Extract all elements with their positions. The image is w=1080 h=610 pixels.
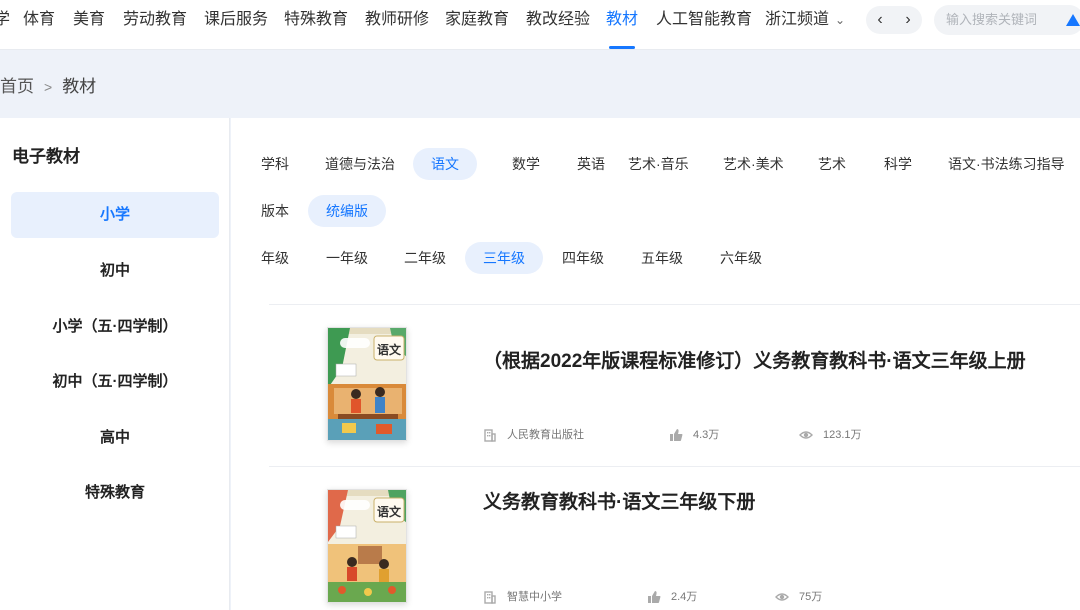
edition-chip-tongbian[interactable]: 统编版 xyxy=(308,195,386,227)
breadcrumb: 首页 > 教材 xyxy=(0,72,96,97)
subject-chip-art[interactable]: 艺术 xyxy=(817,148,847,180)
main-content: 学科 道德与法治 语文 数学 英语 艺术·音乐 艺术·美术 艺术 科学 语文·书… xyxy=(231,118,1080,610)
nav-item-partial[interactable]: 学 xyxy=(0,0,10,50)
sidebar-title: 电子教材 xyxy=(12,147,80,166)
nav-item-textbooks[interactable]: 教材 xyxy=(606,0,638,50)
nav-prev-button[interactable]: ‹ xyxy=(866,6,894,34)
book-publisher-text: 智慧中小学 xyxy=(507,591,562,603)
book-item[interactable]: 语文 （根据2022年版课程标准修订）义务教育教科书·语文三年级上册 人民教育出… xyxy=(269,305,1080,467)
top-nav: 学 体育 美育 劳动教育 课后服务 特殊教育 教师研修 家庭教育 教改经验 教材… xyxy=(0,0,1080,50)
grade-filter-label: 年级 xyxy=(261,250,289,266)
nav-item-labor[interactable]: 劳动教育 xyxy=(123,0,187,50)
thumbs-up-icon xyxy=(670,429,683,441)
building-icon xyxy=(484,429,496,442)
grade-chip-3[interactable]: 三年级 xyxy=(465,242,543,274)
chevron-down-icon: ⌄ xyxy=(835,13,846,27)
subject-chip-math[interactable]: 数学 xyxy=(511,148,541,180)
search-icon[interactable] xyxy=(1064,11,1080,29)
book-cover[interactable]: 语文 xyxy=(327,489,407,603)
sidebar-item-junior-high-54[interactable]: 初中（五·四学制） xyxy=(11,359,219,405)
building-icon xyxy=(484,591,496,604)
sidebar-item-junior-high[interactable]: 初中 xyxy=(11,248,219,294)
book-title[interactable]: 义务教育教科书·语文三年级下册 xyxy=(483,487,755,514)
sidebar-item-senior-high[interactable]: 高中 xyxy=(11,415,219,461)
grade-chip-1[interactable]: 一年级 xyxy=(325,242,369,274)
subject-chip-music[interactable]: 艺术·音乐 xyxy=(628,148,689,180)
nav-item-afterschool[interactable]: 课后服务 xyxy=(204,0,268,50)
sidebar: 电子教材 小学 初中 小学（五·四学制） 初中（五·四学制） 高中 特殊教育 xyxy=(0,118,230,610)
sidebar-item-special-ed[interactable]: 特殊教育 xyxy=(11,470,219,516)
subject-chip-english[interactable]: 英语 xyxy=(576,148,606,180)
subject-chip-science[interactable]: 科学 xyxy=(883,148,913,180)
book-cover-text: 语文 xyxy=(377,342,402,357)
subject-chip-fine-art[interactable]: 艺术·美术 xyxy=(723,148,784,180)
book-publisher-text: 人民教育出版社 xyxy=(507,429,584,441)
thumbs-up-icon xyxy=(648,591,661,603)
grade-chip-5[interactable]: 五年级 xyxy=(640,242,684,274)
subject-chip-morality[interactable]: 道德与法治 xyxy=(325,148,395,180)
eye-icon xyxy=(799,431,813,439)
breadcrumb-current: 教材 xyxy=(62,77,97,96)
grade-chip-2[interactable]: 二年级 xyxy=(403,242,447,274)
nav-item-reform[interactable]: 教改经验 xyxy=(526,0,590,50)
search-input[interactable]: 输入搜索关键词 xyxy=(934,5,1080,35)
nav-item-teacher-training[interactable]: 教师研修 xyxy=(365,0,429,50)
nav-item-zhejiang-label: 浙江频道 xyxy=(765,11,830,28)
book-cover[interactable]: 语文 xyxy=(327,327,407,441)
book-views-count: 75万 xyxy=(799,591,823,603)
book-likes-count: 2.4万 xyxy=(671,591,698,603)
grade-chip-6[interactable]: 六年级 xyxy=(719,242,763,274)
breadcrumb-home[interactable]: 首页 xyxy=(0,77,34,96)
nav-pager: ‹ › xyxy=(866,6,922,34)
book-title[interactable]: （根据2022年版课程标准修订）义务教育教科书·语文三年级上册 xyxy=(483,346,1026,373)
breadcrumb-separator: > xyxy=(44,79,53,95)
sidebar-item-primary-54[interactable]: 小学（五·四学制） xyxy=(11,304,219,350)
nav-item-family-ed[interactable]: 家庭教育 xyxy=(445,0,509,50)
book-cover-image: 语文 xyxy=(328,328,406,440)
subject-filter-label: 学科 xyxy=(261,156,289,172)
nav-next-button[interactable]: › xyxy=(894,6,922,34)
edition-filter-label: 版本 xyxy=(261,203,289,219)
book-cover-text: 语文 xyxy=(377,504,402,519)
book-cover-image: 语文 xyxy=(328,490,406,602)
book-item[interactable]: 语文 义务教育教科书·语文三年级下册 智慧中小学 2.4万 75万 xyxy=(269,467,1080,610)
nav-item-arts[interactable]: 美育 xyxy=(73,0,105,50)
subject-chip-chinese[interactable]: 语文 xyxy=(413,148,477,180)
nav-item-special-ed[interactable]: 特殊教育 xyxy=(284,0,348,50)
book-likes-count: 4.3万 xyxy=(693,429,720,441)
subject-chip-calligraphy[interactable]: 语文·书法练习指导 xyxy=(948,148,1065,180)
grade-chip-4[interactable]: 四年级 xyxy=(561,242,605,274)
nav-item-zhejiang[interactable]: 浙江频道 ⌄ xyxy=(765,0,845,50)
nav-item-pe[interactable]: 体育 xyxy=(23,0,55,50)
sidebar-item-primary[interactable]: 小学 xyxy=(11,192,219,238)
eye-icon xyxy=(775,593,789,601)
nav-item-ai-ed[interactable]: 人工智能教育 xyxy=(656,0,752,50)
book-views-count: 123.1万 xyxy=(823,429,862,441)
